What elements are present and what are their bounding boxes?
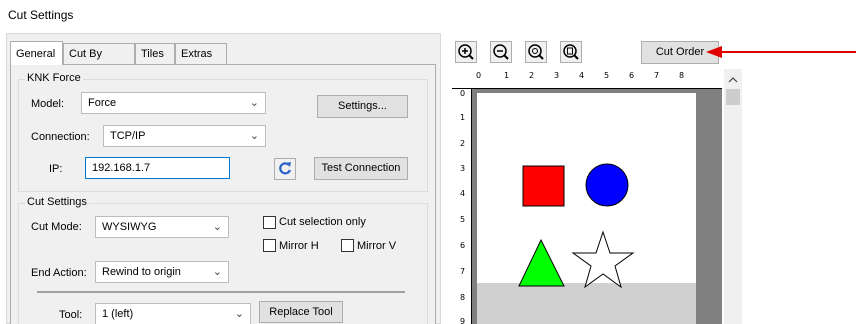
cut-mode-value: WYSIWYG [102,221,157,233]
tab-cut-by-color[interactable]: Cut By Color [63,43,135,81]
ruler-tick: 4 [579,71,585,80]
mirror-h-checkbox[interactable] [263,239,276,252]
ruler-tick: 2 [529,71,535,80]
chevron-down-icon: ⌄ [249,130,259,142]
cut-mode-label: Cut Mode: [31,221,82,233]
ruler-tick: 7 [654,71,660,80]
ruler-tick: 2 [460,139,466,148]
ip-input[interactable]: 192.168.1.7 [85,157,230,179]
knk-force-group-label: KNK Force [25,72,83,84]
ruler-tick: 0 [476,71,482,80]
ruler-tick: 6 [460,241,466,250]
ruler-tick: 3 [554,71,560,80]
ruler-left: 0 1 2 3 4 5 6 7 8 9 [452,89,472,324]
ip-label: IP: [49,163,63,175]
ruler-tick: 5 [460,215,466,224]
general-tab-page: KNK Force Model: Force ⌄ Settings... Con… [10,64,436,324]
ruler-tick: 3 [460,164,466,173]
tab-general[interactable]: General [10,41,63,65]
separator [37,291,405,293]
tab-tiles[interactable]: Tiles [135,43,175,65]
connection-label: Connection: [31,131,90,143]
zoom-fit-icon [528,44,544,60]
settings-button[interactable]: Settings... [317,95,408,118]
arrow-annotation-icon [706,46,856,58]
model-label: Model: [31,98,65,110]
star-shape[interactable] [571,230,635,289]
mirror-v-checkbox[interactable] [341,239,354,252]
zoom-in-button[interactable] [455,41,477,63]
refresh-button[interactable] [274,158,296,180]
ruler-tick: 6 [629,71,635,80]
blue-circle-shape[interactable] [585,163,629,207]
chevron-down-icon: ⌄ [212,266,222,278]
model-select[interactable]: Force ⌄ [81,92,266,114]
connection-value: TCP/IP [110,130,146,142]
red-square-shape[interactable] [522,165,565,207]
ruler-tick: 1 [460,113,466,122]
end-action-select[interactable]: Rewind to origin ⌄ [95,261,229,283]
cut-settings-group-label: Cut Settings [25,196,89,208]
chevron-down-icon: ⌄ [212,221,222,233]
mirror-v-label: Mirror V [357,240,397,252]
ruler-tick: 4 [460,189,466,198]
ruler-top: 0 1 2 3 4 5 6 7 8 [452,69,722,89]
ruler-tick: 8 [679,71,685,80]
zoom-page-button[interactable] [560,41,582,63]
green-triangle-shape[interactable] [518,238,565,287]
test-connection-button[interactable]: Test Connection [314,157,408,180]
tool-value: 1 (left) [102,308,134,320]
tool-label: Tool: [59,309,83,321]
scroll-up-icon[interactable] [724,73,742,87]
end-action-label: End Action: [31,267,87,279]
chevron-down-icon: ⌄ [234,308,244,320]
replace-tool-button[interactable]: Replace Tool [259,301,343,323]
cut-selection-only-checkbox[interactable] [263,216,276,229]
zoom-out-icon [493,44,509,60]
preview-scrollbar[interactable] [724,69,742,324]
mirror-h-label: Mirror H [279,240,319,252]
window-title: Cut Settings [8,8,74,22]
zoom-page-icon [563,44,579,60]
ruler-tick: 1 [504,71,510,80]
ruler-tick: 7 [460,267,466,276]
zoom-out-button[interactable] [490,41,512,63]
tab-extras[interactable]: Extras [175,43,227,65]
ruler-tick: 5 [604,71,610,80]
refresh-icon [279,162,292,175]
tool-select[interactable]: 1 (left) ⌄ [95,303,251,324]
cut-selection-only-label: Cut selection only [279,216,366,228]
cut-mode-select[interactable]: WYSIWYG ⌄ [95,216,229,238]
end-action-value: Rewind to origin [102,266,181,278]
connection-select[interactable]: TCP/IP ⌄ [103,125,266,147]
chevron-down-icon: ⌄ [249,97,259,109]
ruler-tick: 9 [460,317,466,324]
zoom-in-icon [458,44,474,60]
preview-shapes [518,163,635,289]
scrollbar-thumb[interactable] [726,89,740,105]
ruler-tick: 0 [460,89,466,98]
model-value: Force [88,97,117,109]
ruler-tick: 8 [460,293,466,302]
zoom-fit-button[interactable] [525,41,547,63]
